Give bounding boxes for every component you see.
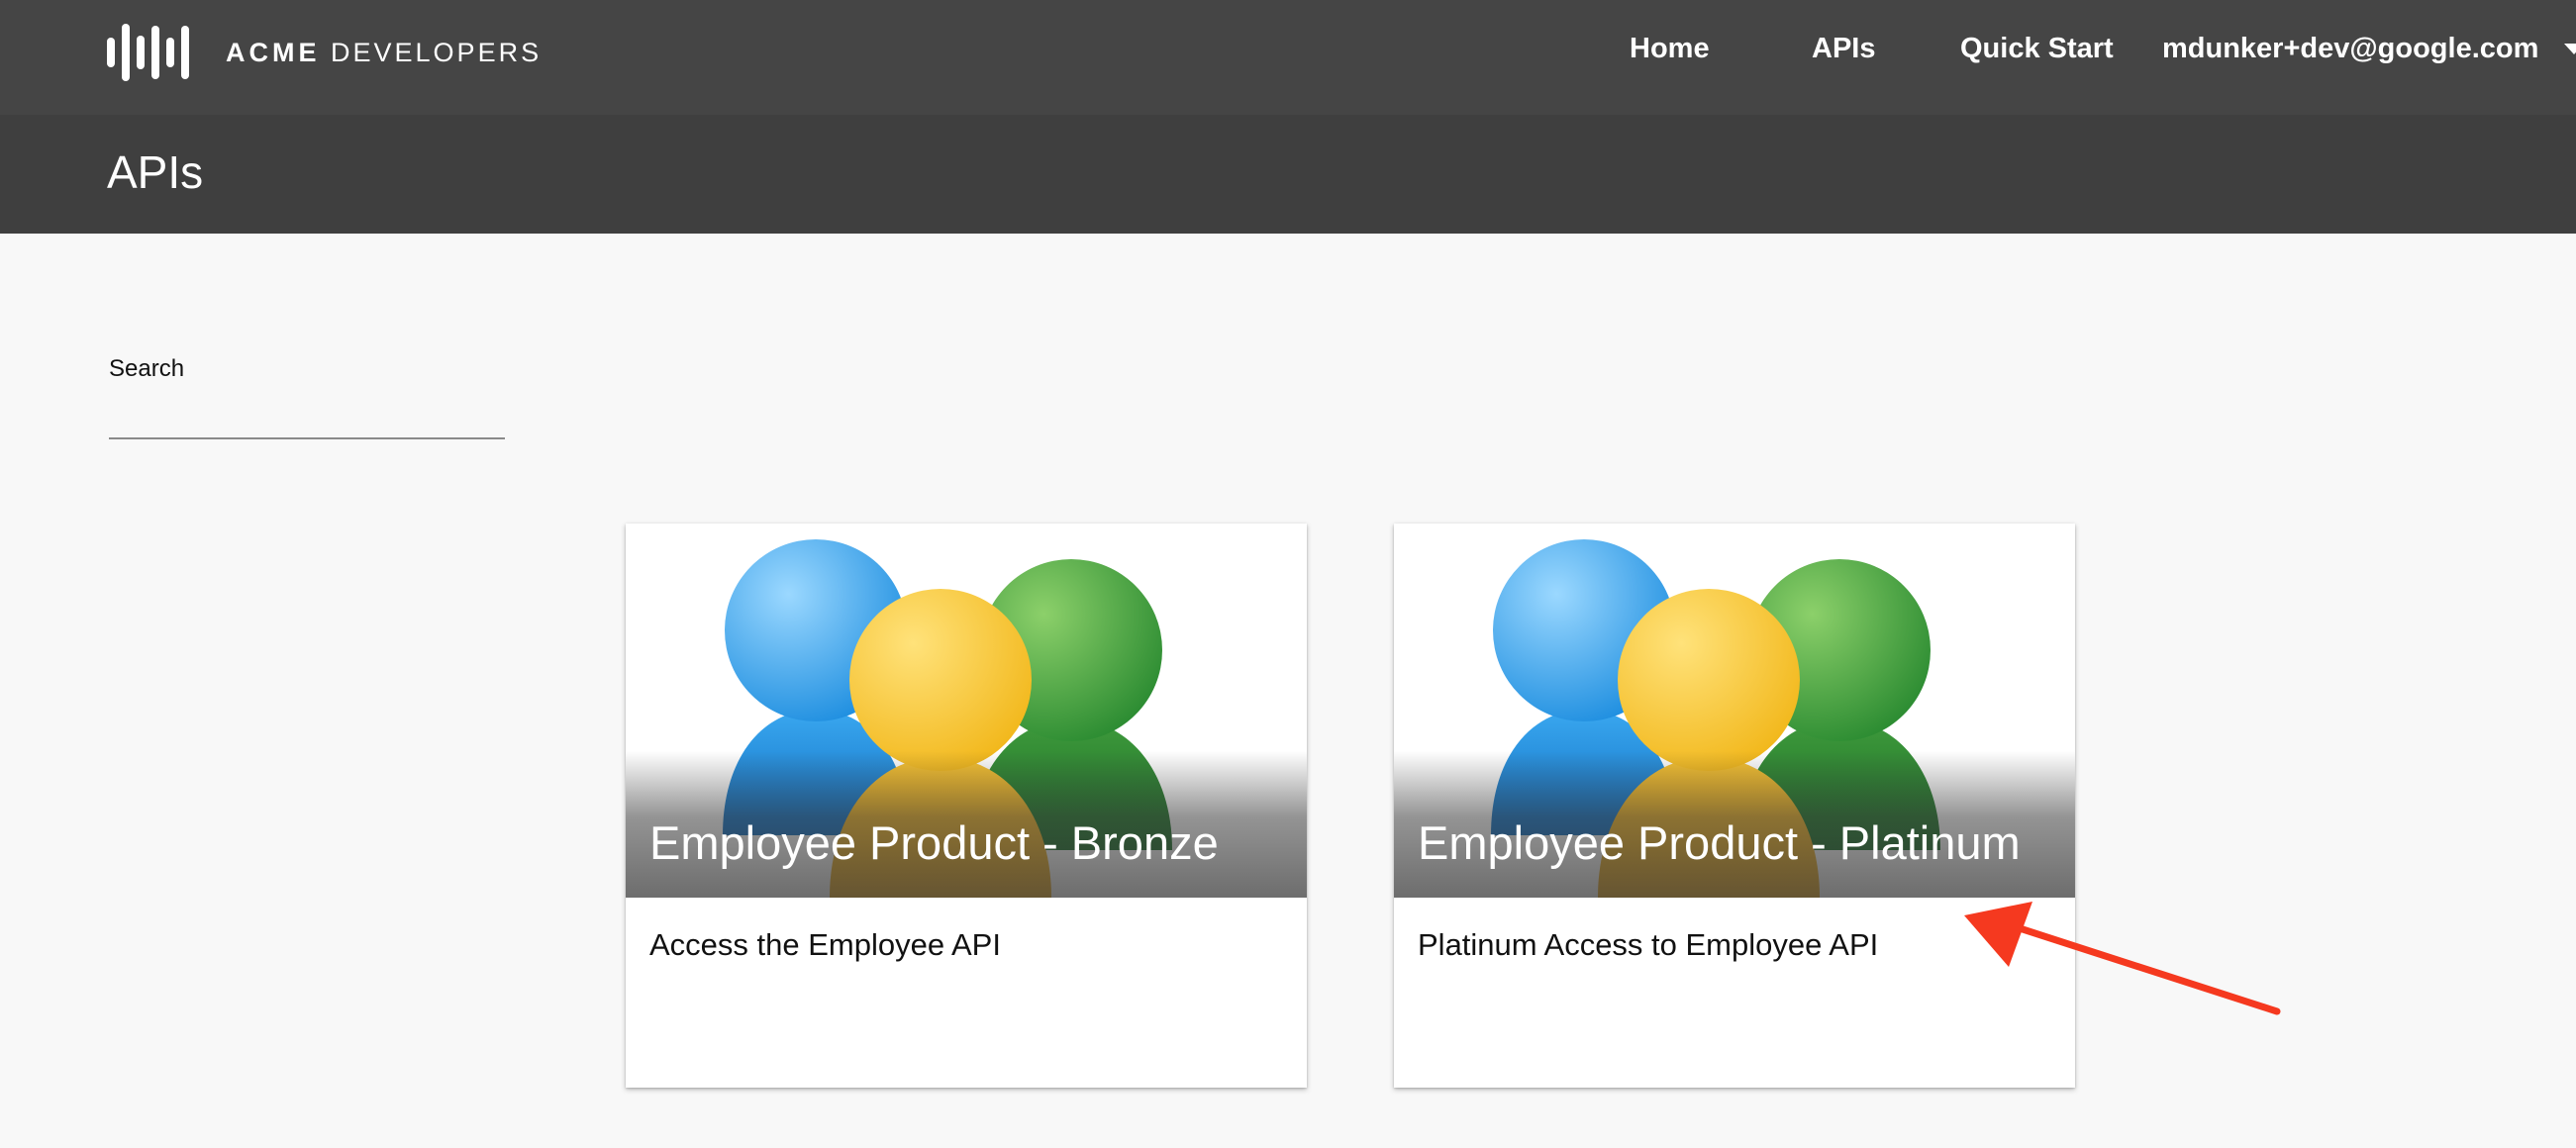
- nav-home-link[interactable]: Home: [1630, 33, 1710, 65]
- card-description: Platinum Access to Employee API: [1418, 927, 1879, 962]
- card-description: Access the Employee API: [649, 927, 1001, 962]
- chevron-down-icon[interactable]: [2564, 44, 2576, 54]
- card-title[interactable]: Employee Product - Platinum: [1418, 815, 2021, 870]
- card-image: Employee Product - Bronze: [626, 524, 1307, 898]
- logo-text-acme: ACME: [226, 37, 321, 67]
- search-label: Search: [109, 355, 185, 382]
- card-title[interactable]: Employee Product - Bronze: [649, 815, 1219, 870]
- user-account-menu[interactable]: mdunker+dev@google.com: [2162, 33, 2576, 65]
- sound-wave-logo-icon: [107, 24, 189, 81]
- search-input[interactable]: [109, 394, 505, 439]
- page-title: APIs: [107, 146, 204, 198]
- page-header-bar: APIs: [0, 115, 2576, 234]
- nav-apis-link[interactable]: APIs: [1812, 33, 1875, 65]
- nav-quick-start-link[interactable]: Quick Start: [1960, 33, 2114, 65]
- logo-text: ACME DEVELOPERS: [226, 38, 542, 68]
- red-annotation-arrow-icon: [1964, 902, 2281, 1015]
- card-image: Employee Product - Platinum: [1394, 524, 2075, 898]
- logo-text-developers: DEVELOPERS: [331, 37, 543, 67]
- api-product-card-bronze[interactable]: Employee Product - Bronze Access the Emp…: [626, 524, 1307, 1088]
- acme-developers-logo[interactable]: ACME DEVELOPERS: [107, 22, 542, 83]
- top-navigation-bar: ACME DEVELOPERS Home APIs Quick Start md…: [0, 0, 2576, 115]
- user-email: mdunker+dev@google.com: [2162, 33, 2539, 64]
